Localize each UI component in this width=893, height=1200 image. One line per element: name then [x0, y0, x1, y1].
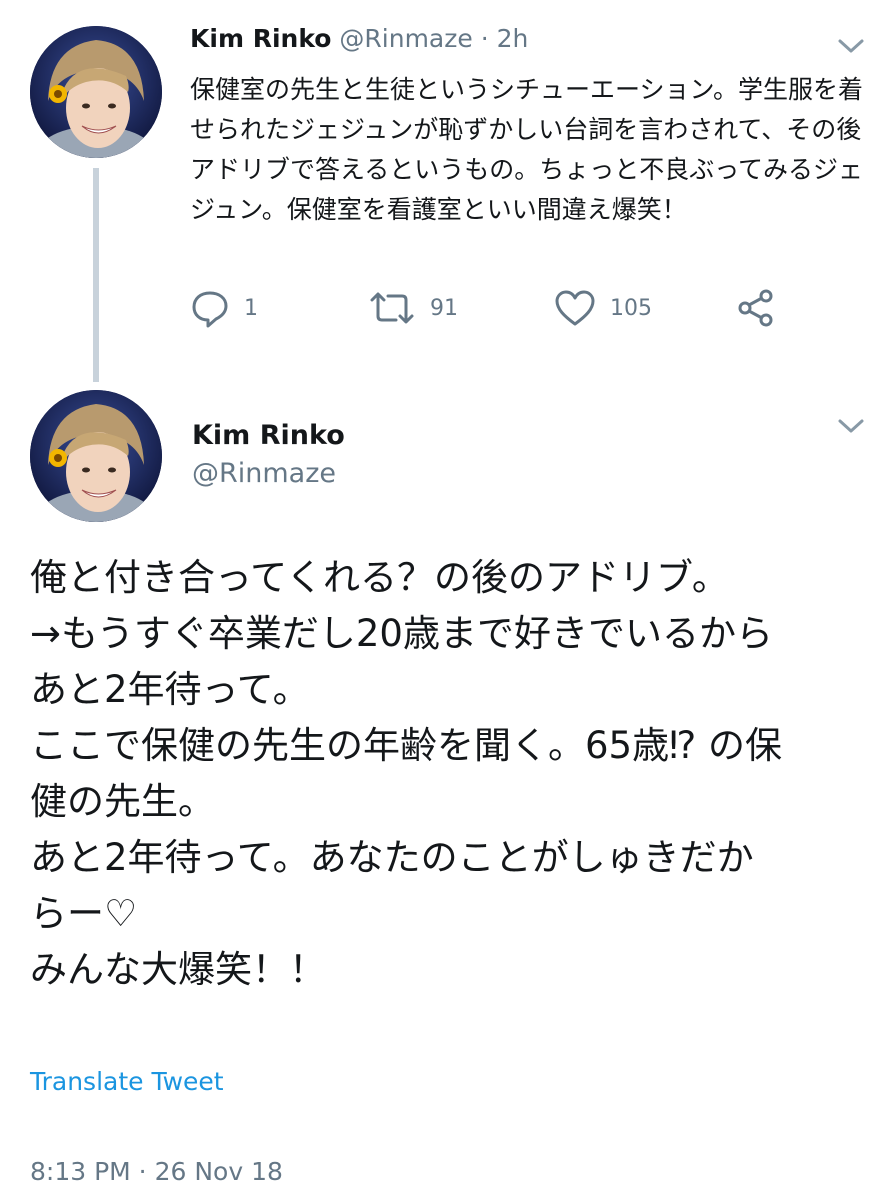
- reply-button[interactable]: 1: [190, 286, 258, 330]
- translate-tweet-link[interactable]: Translate Tweet: [30, 1064, 224, 1100]
- like-button[interactable]: 105: [554, 286, 652, 330]
- tweet-text-line: →もうすぐ卒業だし20歳まで好きでいるから: [30, 612, 773, 655]
- tweet-text-line: あと2年待って。あなたのことがしゅきだか: [30, 836, 754, 879]
- tweet-text-line: あと2年待って。: [30, 668, 310, 711]
- chevron-down-icon[interactable]: [836, 36, 866, 56]
- retweet-icon: [368, 288, 416, 328]
- tweet-text-line: 健の先生。: [30, 780, 215, 823]
- reply-count: 1: [244, 295, 258, 321]
- author-name[interactable]: Kim Rinko: [192, 418, 345, 454]
- chevron-down-icon[interactable]: [836, 416, 866, 436]
- thread-connector: [93, 168, 99, 382]
- reply-icon: [190, 288, 230, 328]
- avatar-photo: [30, 390, 162, 522]
- retweet-button[interactable]: 91: [368, 286, 458, 330]
- tweet-text-line: ここで保健の先生の年齢を聞く。65歳⁉ の保: [30, 724, 782, 767]
- like-count: 105: [610, 295, 652, 321]
- avatar-photo: [30, 26, 162, 158]
- tweet-time[interactable]: 2h: [497, 24, 529, 53]
- share-button[interactable]: [736, 286, 776, 330]
- share-icon: [736, 288, 776, 328]
- separator: ·: [480, 24, 489, 53]
- tweet-timestamp[interactable]: 8:13 PM · 26 Nov 18: [30, 1154, 283, 1190]
- tweet-text-line: 俺と付き合ってくれる？の後のアドリブ。: [30, 556, 729, 599]
- author-handle[interactable]: @Rinmaze: [192, 456, 336, 492]
- tweet-text: 保健室の先生と生徒というシチューエーション。学生服を着せられたジェジュンが恥ずか…: [190, 75, 864, 224]
- tweet-text-line: みんな大爆笑！！: [30, 948, 326, 991]
- tweet-header: Kim Rinko @Rinmaze · 2h: [190, 22, 528, 56]
- author-handle[interactable]: @Rinmaze: [339, 24, 472, 53]
- heart-icon: [554, 288, 596, 328]
- author-name[interactable]: Kim Rinko: [190, 24, 331, 53]
- tweet-text-line: らー♡: [30, 892, 138, 935]
- tweet-text: 俺と付き合ってくれる？の後のアドリブ。 →もうすぐ卒業だし20歳まで好きでいるか…: [30, 550, 880, 998]
- avatar[interactable]: [30, 390, 162, 522]
- tweet-actions: 1 91 105: [190, 286, 790, 330]
- avatar[interactable]: [30, 26, 162, 158]
- retweet-count: 91: [430, 295, 458, 321]
